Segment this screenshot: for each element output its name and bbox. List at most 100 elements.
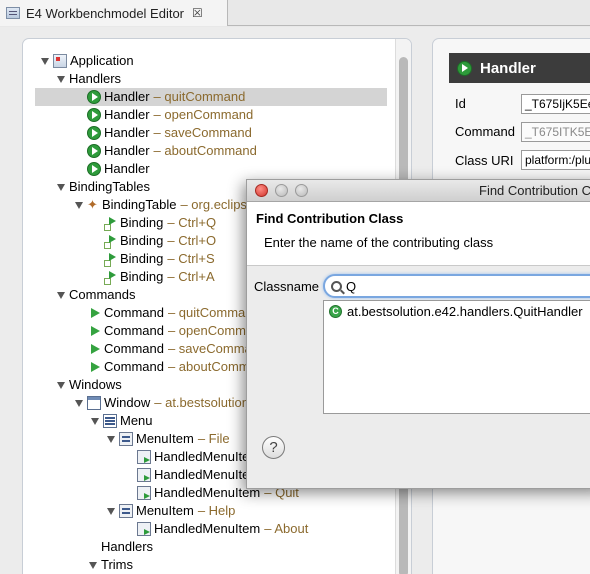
dialog-heading: Find Contribution Class xyxy=(256,211,404,226)
tree-item-handledmenuitem[interactable]: HandledMenuItem xyxy=(137,466,260,484)
editor-model-icon xyxy=(6,7,20,19)
tree-item-label: Binding xyxy=(120,251,164,266)
tree-item-handler[interactable]: Handler xyxy=(87,160,150,178)
id-field[interactable]: _T675IjK5EeC xyxy=(521,94,590,114)
tree-item-label: Window xyxy=(104,395,151,410)
expand-arrow-icon[interactable] xyxy=(89,561,97,569)
tree-item-command-save[interactable]: Command – saveCommand xyxy=(89,340,266,358)
tree-item-detail: – saveCommand xyxy=(153,125,252,140)
tree-item-label: Menu xyxy=(120,413,153,428)
binding-icon xyxy=(103,270,117,285)
expand-arrow-icon[interactable] xyxy=(75,399,83,407)
tree-item-windows[interactable]: Windows xyxy=(57,376,122,394)
help-button[interactable]: ? xyxy=(262,436,285,459)
class-results-list[interactable]: C at.bestsolution.e42.handlers.QuitHandl… xyxy=(323,300,590,414)
menu-item-icon xyxy=(119,432,133,446)
tree-item-label: HandledMenuItem xyxy=(154,521,261,536)
handler-icon xyxy=(457,60,472,76)
editor-tab-title: E4 Workbenchmodel Editor xyxy=(26,5,185,21)
dialog-titlebar[interactable]: Find Contribution Class xyxy=(247,180,590,202)
expand-arrow-icon[interactable] xyxy=(57,183,65,191)
tree-item-handledmenuitem[interactable]: HandledMenuItem xyxy=(137,448,260,466)
handler-icon xyxy=(87,162,101,176)
window-minimize-button[interactable] xyxy=(275,184,288,197)
search-icon xyxy=(331,280,342,292)
close-icon[interactable]: ☒ xyxy=(192,6,203,20)
tree-item-trims[interactable]: Trims xyxy=(89,556,133,574)
class-icon: C xyxy=(329,305,342,318)
classname-search-input[interactable]: Q xyxy=(323,274,590,298)
tree-item-binding-ctrl-q[interactable]: Binding – Ctrl+Q xyxy=(103,214,216,232)
class-uri-field[interactable]: platform:/plugin xyxy=(521,150,590,170)
class-uri-label: Class URI xyxy=(455,153,514,168)
command-icon xyxy=(89,342,101,356)
tree-item-label: Handler xyxy=(104,89,150,104)
tree-item-command-about[interactable]: Command – aboutCommand xyxy=(89,358,271,376)
tree-item-label: HandledMenuItem xyxy=(154,485,261,500)
list-item-label: at.bestsolution.e42.handlers.QuitHandler xyxy=(347,304,583,319)
tree-item-detail: – Ctrl+Q xyxy=(167,215,217,230)
tree-item-label: MenuItem xyxy=(136,431,194,446)
tree-item-bindingtables[interactable]: BindingTables xyxy=(57,178,150,196)
tree-item-detail: – Help xyxy=(197,503,236,518)
tree-item-detail: – File xyxy=(197,431,230,446)
list-item[interactable]: C at.bestsolution.e42.handlers.QuitHandl… xyxy=(329,304,583,319)
tree-item-label: HandledMenuItem xyxy=(154,467,261,482)
editor-tab[interactable]: E4 Workbenchmodel Editor ☒ xyxy=(0,0,228,26)
tree-item-binding-ctrl-a[interactable]: Binding – Ctrl+A xyxy=(103,268,215,286)
tree-item-label: Binding xyxy=(120,269,164,284)
tree-item-label: MenuItem xyxy=(136,503,194,518)
handler-icon xyxy=(87,126,101,140)
expand-arrow-icon[interactable] xyxy=(57,291,65,299)
tree-item-application[interactable]: Application xyxy=(41,52,134,70)
tree-item-label: BindingTable xyxy=(102,197,177,212)
expand-arrow-icon[interactable] xyxy=(107,507,115,515)
expand-arrow-icon[interactable] xyxy=(91,417,99,425)
handled-menu-item-icon xyxy=(137,468,151,482)
tree-item-binding-ctrl-o[interactable]: Binding – Ctrl+O xyxy=(103,232,216,250)
command-icon xyxy=(89,324,101,338)
handled-menu-item-icon xyxy=(137,450,151,464)
tree-item-window-handlers[interactable]: Handlers xyxy=(101,538,153,556)
tree-item-menu[interactable]: Menu xyxy=(91,412,153,430)
expand-arrow-icon[interactable] xyxy=(57,381,65,389)
handler-icon xyxy=(87,90,101,104)
tree-item-label: Application xyxy=(70,53,134,68)
tree-item-window[interactable]: Window – at.bestsolution xyxy=(75,394,249,412)
tree-item-commands[interactable]: Commands xyxy=(57,286,135,304)
tree-item-label: Handlers xyxy=(69,71,122,86)
window-zoom-button[interactable] xyxy=(295,184,308,197)
tree-item-label: HandledMenuItem xyxy=(154,449,261,464)
tree-item-binding-ctrl-s[interactable]: Binding – Ctrl+S xyxy=(103,250,215,268)
tree-item-label: Handler xyxy=(104,125,150,140)
tree-item-command-quit[interactable]: Command – quitCommand xyxy=(89,304,260,322)
tree-item-handler-save[interactable]: Handler – saveCommand xyxy=(87,124,252,142)
application-icon xyxy=(53,54,67,68)
expand-arrow-icon[interactable] xyxy=(75,201,83,209)
window-close-button[interactable] xyxy=(255,184,268,197)
tree-item-menuitem-file[interactable]: MenuItem – File xyxy=(107,430,230,448)
tree-item-handlers[interactable]: Handlers xyxy=(57,70,121,88)
command-field[interactable]: _T675ITK5EeC xyxy=(521,122,590,142)
handler-icon xyxy=(87,108,101,122)
tree-item-handler-open[interactable]: Handler – openCommand xyxy=(87,106,253,124)
window-icon xyxy=(87,396,101,410)
tree-item-detail: – Ctrl+O xyxy=(167,233,217,248)
menu-icon xyxy=(103,414,117,428)
command-icon xyxy=(89,306,101,320)
tree-item-detail: – openCommand xyxy=(153,107,254,122)
command-label: Command xyxy=(455,124,515,139)
dialog-window-title: Find Contribution Class xyxy=(479,183,590,198)
tree-item-label: Binding xyxy=(120,215,164,230)
expand-arrow-icon[interactable] xyxy=(57,75,65,83)
tree-item-handler-about[interactable]: Handler – aboutCommand xyxy=(87,142,257,160)
tree-item-handledmenuitem-about[interactable]: HandledMenuItem – About xyxy=(137,520,308,538)
expand-arrow-icon[interactable] xyxy=(41,57,49,65)
tree-item-handler-quit[interactable]: Handler – quitCommand xyxy=(35,88,387,106)
tree-item-menuitem-help[interactable]: MenuItem – Help xyxy=(107,502,235,520)
expand-arrow-icon[interactable] xyxy=(107,435,115,443)
tree-item-command-open[interactable]: Command – openCommand xyxy=(89,322,268,340)
tree-item-label: Handler xyxy=(104,161,150,176)
tree-item-label: Command xyxy=(104,305,164,320)
tree-item-bindingtable[interactable]: BindingTable – org.eclipse xyxy=(75,196,254,214)
